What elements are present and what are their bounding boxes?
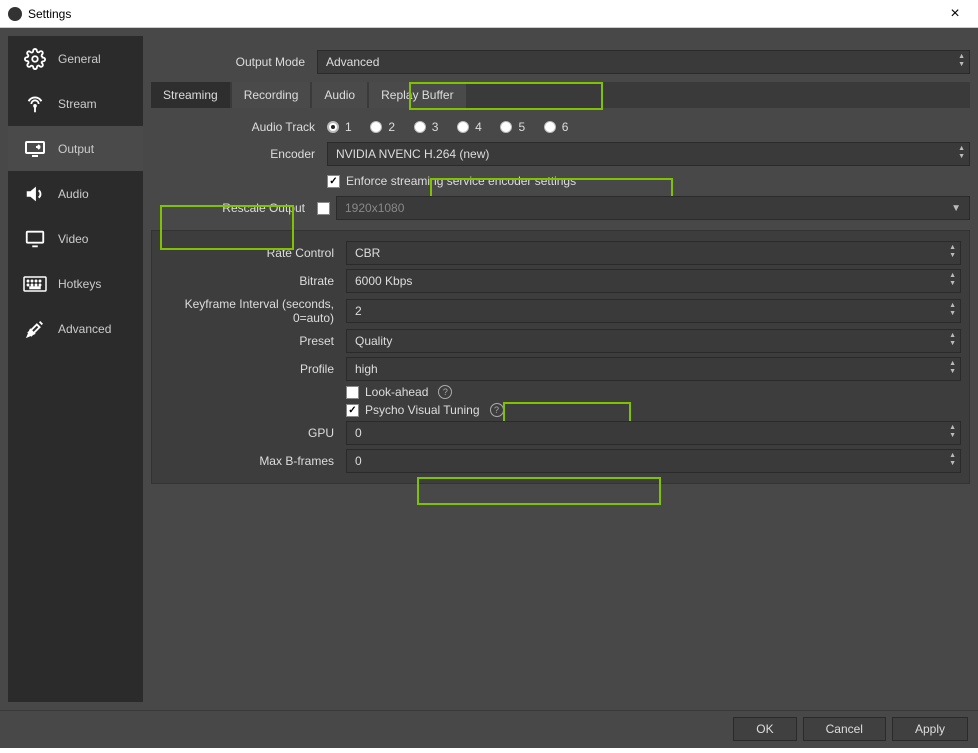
updown-icon: ▲▼ (949, 302, 956, 318)
bitrate-input[interactable]: 6000 Kbps▲▼ (346, 269, 961, 293)
maxbf-label: Max B-frames (160, 454, 340, 468)
sidebar-item-video[interactable]: Video (8, 216, 143, 261)
bitrate-label: Bitrate (160, 274, 340, 288)
pvt-row: Psycho Visual Tuning ? (160, 403, 961, 417)
content-area: Output Mode Advanced ▲▼ Streaming Record… (151, 36, 970, 702)
updown-icon: ▲▼ (949, 272, 956, 288)
window-title: Settings (28, 7, 71, 21)
sidebar-item-label: General (58, 52, 101, 66)
tab-replay-buffer[interactable]: Replay Buffer (369, 82, 466, 108)
updown-icon: ▲▼ (958, 53, 965, 69)
broadcast-icon (22, 93, 48, 115)
output-mode-label: Output Mode (151, 55, 311, 69)
tab-audio[interactable]: Audio (312, 82, 367, 108)
speaker-icon (22, 183, 48, 205)
close-button[interactable]: × (940, 5, 970, 23)
encoder-label: Encoder (151, 147, 321, 161)
chevron-down-icon: ▼ (951, 203, 961, 214)
titlebar: Settings × (0, 0, 978, 28)
pvt-label: Psycho Visual Tuning (365, 403, 480, 417)
help-icon[interactable]: ? (490, 403, 504, 417)
rescale-value: 1920x1080 (345, 201, 404, 215)
dialog-buttons: OK Cancel Apply (0, 710, 978, 748)
updown-icon: ▲▼ (949, 424, 956, 440)
encoder-value: NVIDIA NVENC H.264 (new) (336, 147, 489, 161)
enforce-label: Enforce streaming service encoder settin… (346, 174, 576, 188)
output-mode-select[interactable]: Advanced ▲▼ (317, 50, 970, 74)
app-icon (8, 7, 22, 21)
rescale-row: Rescale Output 1920x1080 ▼ (151, 196, 970, 220)
tools-icon (22, 318, 48, 340)
gpu-input[interactable]: 0▲▼ (346, 421, 961, 445)
help-icon[interactable]: ? (438, 385, 452, 399)
profile-select[interactable]: high▲▼ (346, 357, 961, 381)
tab-streaming[interactable]: Streaming (151, 82, 230, 108)
sidebar-item-hotkeys[interactable]: Hotkeys (8, 261, 143, 306)
rate-control-label: Rate Control (160, 246, 340, 260)
enforce-checkbox[interactable] (327, 175, 340, 188)
sidebar-item-advanced[interactable]: Advanced (8, 306, 143, 351)
look-ahead-row: Look-ahead ? (160, 385, 961, 399)
updown-icon: ▲▼ (949, 332, 956, 348)
audio-track-row: Audio Track 1 2 3 4 5 6 (151, 120, 970, 134)
audio-track-6[interactable] (544, 121, 556, 133)
updown-icon: ▲▼ (958, 145, 965, 161)
profile-label: Profile (160, 362, 340, 376)
look-ahead-label: Look-ahead (365, 385, 428, 399)
cancel-button[interactable]: Cancel (803, 717, 886, 741)
preset-label: Preset (160, 334, 340, 348)
updown-icon: ▲▼ (949, 360, 956, 376)
sidebar-item-label: Hotkeys (58, 277, 101, 291)
sidebar-item-label: Output (58, 142, 94, 156)
monitor-out-icon (22, 138, 48, 160)
preset-select[interactable]: Quality▲▼ (346, 329, 961, 353)
gpu-label: GPU (160, 426, 340, 440)
audio-track-5[interactable] (500, 121, 512, 133)
sidebar-item-label: Advanced (58, 322, 111, 336)
ok-button[interactable]: OK (733, 717, 796, 741)
sidebar-item-output[interactable]: Output (8, 126, 143, 171)
audio-track-3[interactable] (414, 121, 426, 133)
pvt-checkbox[interactable] (346, 404, 359, 417)
encoder-select[interactable]: NVIDIA NVENC H.264 (new) ▲▼ (327, 142, 970, 166)
kfi-input[interactable]: 2▲▼ (346, 299, 961, 323)
audio-track-2[interactable] (370, 121, 382, 133)
maxbf-input[interactable]: 0▲▼ (346, 449, 961, 473)
output-mode-row: Output Mode Advanced ▲▼ (151, 50, 970, 74)
sidebar-item-label: Video (58, 232, 88, 246)
audio-track-label: Audio Track (151, 120, 321, 134)
rescale-label: Rescale Output (151, 201, 311, 215)
tab-recording[interactable]: Recording (232, 82, 311, 108)
sidebar-item-stream[interactable]: Stream (8, 81, 143, 126)
enforce-row: Enforce streaming service encoder settin… (151, 174, 970, 188)
kfi-label: Keyframe Interval (seconds, 0=auto) (160, 297, 340, 325)
output-tabs: Streaming Recording Audio Replay Buffer (151, 82, 970, 108)
keyboard-icon (22, 273, 48, 295)
apply-button[interactable]: Apply (892, 717, 968, 741)
sidebar-item-label: Stream (58, 97, 97, 111)
audio-track-4[interactable] (457, 121, 469, 133)
sidebar: General Stream Output Audio Video Hotkey… (8, 36, 143, 702)
audio-track-1[interactable] (327, 121, 339, 133)
look-ahead-checkbox[interactable] (346, 386, 359, 399)
sidebar-item-general[interactable]: General (8, 36, 143, 81)
updown-icon: ▲▼ (949, 244, 956, 260)
rescale-checkbox[interactable] (317, 202, 330, 215)
sidebar-item-audio[interactable]: Audio (8, 171, 143, 216)
output-mode-value: Advanced (326, 55, 379, 69)
rate-control-select[interactable]: CBR▲▼ (346, 241, 961, 265)
monitor-icon (22, 228, 48, 250)
updown-icon: ▲▼ (949, 452, 956, 468)
rescale-select[interactable]: 1920x1080 ▼ (336, 196, 970, 220)
encoder-settings-panel: Rate Control CBR▲▼ Bitrate 6000 Kbps▲▼ K… (151, 230, 970, 484)
encoder-row: Encoder NVIDIA NVENC H.264 (new) ▲▼ (151, 142, 970, 166)
sidebar-item-label: Audio (58, 187, 89, 201)
gear-icon (22, 48, 48, 70)
workspace: General Stream Output Audio Video Hotkey… (0, 28, 978, 710)
